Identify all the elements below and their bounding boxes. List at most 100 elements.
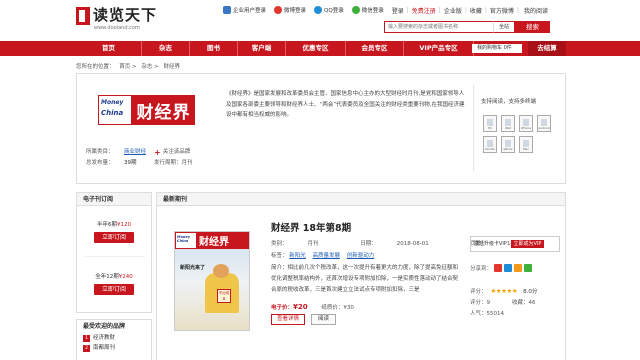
ratings-count-value: 9 — [486, 300, 491, 306]
nav-deals[interactable]: 优惠专区 — [286, 41, 346, 56]
device-ipad-icon[interactable]: iPad — [501, 115, 515, 132]
ratings-count: 评分：9 — [470, 298, 512, 306]
device-label: Mac — [522, 147, 530, 151]
breadcrumb-magazines[interactable]: 杂志 — [141, 64, 152, 70]
share-label: 分享到： — [470, 266, 493, 272]
full-year-label: 全年12期 — [95, 274, 119, 280]
breadcrumb-current: 财经界 — [163, 64, 181, 70]
logo-url: www.dooland.com — [94, 25, 140, 31]
follow-brand-button[interactable]: + 关注该品牌 — [154, 147, 190, 158]
login-link[interactable]: 登录 — [392, 6, 404, 15]
enterprise-space-link[interactable]: 企业版 — [444, 6, 462, 15]
favorites-link[interactable]: 收藏 — [470, 6, 482, 15]
nav-home[interactable]: 首页 — [76, 41, 142, 56]
cart-button[interactable]: 我的购物车 0件 — [472, 44, 522, 53]
cover-sign: 不出成本 — [217, 289, 231, 303]
brand-logo-china: China — [101, 109, 124, 117]
share-bar: 分享到： — [470, 264, 533, 272]
device-label: Android — [538, 126, 550, 130]
category-value: 商业财经 — [124, 147, 154, 158]
rank-badge: 2 — [83, 344, 90, 352]
breadcrumb-prefix: 您所在的位置： — [76, 64, 115, 70]
brand-meta-row: 总发布量： 39期 发行周期： 月刊 — [86, 158, 216, 169]
search-bar: 全站 搜索 — [384, 21, 550, 33]
nav-clients[interactable]: 客户端 — [238, 41, 286, 56]
share-renren-icon[interactable] — [514, 264, 523, 272]
tag-link[interactable]: 高质量发展 — [313, 253, 341, 259]
issue-tags: 标签： 新阳光 高质量发展 创新驱动力 — [271, 251, 379, 259]
qq-login-link[interactable]: QQ登录 — [314, 6, 344, 14]
share-wechat-icon[interactable] — [524, 264, 533, 272]
enterprise-icon — [223, 6, 231, 14]
subscribe-title: 电子刊订阅 — [77, 193, 151, 206]
cycle-label: 发行周期： — [154, 160, 182, 166]
become-vip-button[interactable]: 立即成为VIP — [510, 240, 545, 248]
view-details-button[interactable]: 查看详情 — [271, 314, 306, 325]
issue-date: 日期： 2018-08-01 — [360, 241, 448, 247]
subscribe-half-year-button[interactable]: 立即订阅 — [94, 232, 134, 243]
register-link[interactable]: 免费注册 — [412, 6, 436, 15]
device-ebook-icon[interactable]: eBook — [501, 136, 515, 153]
rating-stars[interactable]: ★★★★★ — [491, 287, 518, 295]
search-input[interactable] — [384, 21, 493, 33]
popularity: 人气：55014 — [470, 309, 560, 317]
logo-text: 读览天下 — [93, 6, 158, 24]
tag-link[interactable]: 创新驱动力 — [347, 253, 375, 259]
divider — [473, 85, 474, 171]
ratings-count-label: 评分： — [470, 300, 487, 306]
brand-meta-row: 所属类目： 商业财经 + 关注该品牌 — [86, 147, 216, 158]
plus-icon: + — [154, 148, 161, 157]
subscribe-full-year-button[interactable]: 立即订阅 — [94, 284, 134, 295]
category-link[interactable]: 商业财经 — [124, 149, 146, 155]
device-iphone-icon[interactable]: iPhone — [519, 115, 533, 132]
nav-magazines[interactable]: 杂志 — [142, 41, 190, 56]
site-logo[interactable]: 读览天下 www.dooland.com — [76, 5, 157, 31]
issue-title[interactable]: 财经界 18年第8期 — [271, 220, 351, 234]
checkout-button[interactable]: 去结算 — [528, 41, 566, 56]
nav-books[interactable]: 图书 — [190, 41, 238, 56]
issue-type: 类别： 月刊 — [271, 241, 339, 247]
popular-brand-label: 南都周刊 — [93, 345, 116, 351]
cover-masthead-en: Money China — [176, 233, 196, 248]
breadcrumb-home[interactable]: 首页 — [119, 64, 130, 70]
popular-brands-panel: 最受欢迎的品牌 1 经济教财 2 南都周刊 — [76, 319, 152, 360]
read-button[interactable]: 阅读 — [311, 314, 337, 325]
device-android-icon[interactable]: Android — [537, 115, 551, 132]
share-qzone-icon[interactable] — [504, 264, 513, 272]
tag-link[interactable]: 新阳光 — [289, 253, 306, 259]
cover-illustration: 新阳光来了 不出成本 — [175, 249, 249, 330]
brand-meta: 所属类目： 商业财经 + 关注该品牌 总发布量： 39期 发行周期： 月刊 — [86, 147, 216, 169]
wechat-login-link[interactable]: 微信登录 — [351, 6, 384, 14]
nav-members[interactable]: 会员专区 — [346, 41, 404, 56]
logo-mark-icon — [76, 7, 90, 25]
enterprise-login-label: 企业用户登录 — [233, 8, 267, 14]
device-kindle-icon[interactable]: Kindle — [483, 136, 497, 153]
breadcrumb: 您所在的位置： 首页 > 杂志 > 财经界 — [76, 62, 183, 70]
share-weibo-icon[interactable] — [494, 264, 503, 272]
issue-prices: 电子价：¥20 纸质价：¥30 — [271, 303, 354, 311]
official-weibo-link[interactable]: 官方微博 — [490, 6, 514, 15]
search-scope-select[interactable]: 全站 — [493, 21, 515, 33]
popular-brand-item[interactable]: 1 经济教财 — [77, 333, 151, 343]
popular-brand-item[interactable]: 2 南都周刊 — [77, 343, 151, 353]
device-label: iPad — [504, 126, 512, 130]
device-mac-icon[interactable]: Mac — [519, 136, 533, 153]
my-reading-link[interactable]: 我的阅读 — [524, 6, 548, 15]
brand-logo-money: Money — [101, 99, 124, 106]
issue-date-value: 2018-08-01 — [396, 241, 429, 247]
enterprise-login-link[interactable]: 企业用户登录 — [223, 6, 266, 14]
issue-actions: 查看详情 阅读 — [271, 314, 337, 325]
separator: | — [438, 6, 441, 14]
nav-vip[interactable]: VIP产品专区 — [404, 41, 474, 56]
weibo-login-label: 微博登录 — [284, 8, 307, 14]
category-label: 所属类目： — [86, 149, 114, 155]
brand-logo: Money China 财经界 — [98, 95, 195, 125]
device-pc-icon[interactable]: PC — [483, 115, 497, 132]
top-links: 企业用户登录 微博登录 QQ登录 微信登录 登录 | 免费注册 | 企业版 | … — [223, 5, 548, 15]
brand-panel: Money China 财经界 所属类目： 商业财经 + 关注该品牌 总发布量：… — [76, 73, 566, 184]
weibo-login-link[interactable]: 微博登录 — [274, 6, 306, 14]
search-button[interactable]: 搜索 — [515, 21, 550, 33]
divider — [85, 256, 145, 257]
issue-cover-image[interactable]: Money China 财经界 新阳光来了 不出成本 — [174, 231, 250, 331]
ebook-price-value: ¥20 — [293, 303, 308, 311]
